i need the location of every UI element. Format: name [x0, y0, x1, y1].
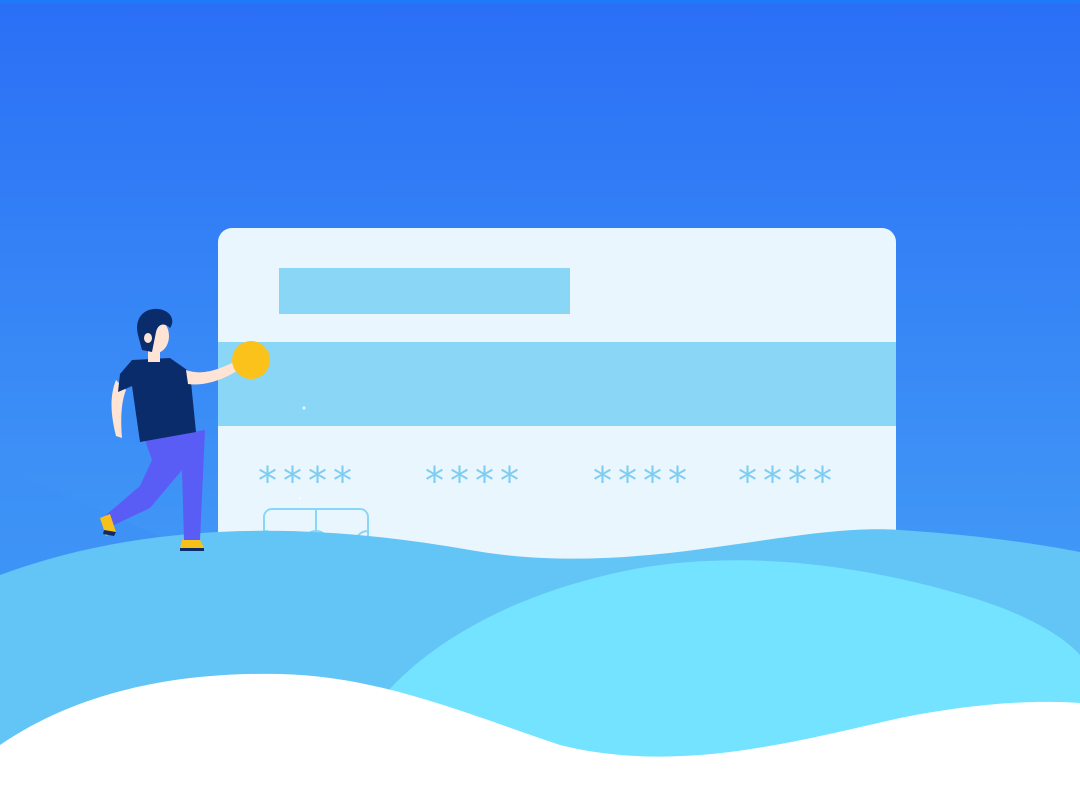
- coin-icon: [232, 341, 270, 379]
- top-edge-line: [0, 0, 1080, 4]
- card-number-group-4: ****: [738, 459, 838, 503]
- card-magnetic-stripe: [218, 342, 896, 426]
- card-name-bar: [279, 268, 570, 314]
- person-ear: [144, 333, 152, 343]
- card-number-group-2: ****: [425, 459, 525, 503]
- person-shoe-front: [180, 540, 204, 548]
- card-number-group-1: ****: [258, 459, 358, 503]
- illustration-scene: **** **** **** ****: [0, 0, 1080, 785]
- sparkle-dot: [298, 496, 302, 500]
- sparkle-dot: [302, 406, 306, 410]
- card-number-group-3: ****: [593, 459, 693, 503]
